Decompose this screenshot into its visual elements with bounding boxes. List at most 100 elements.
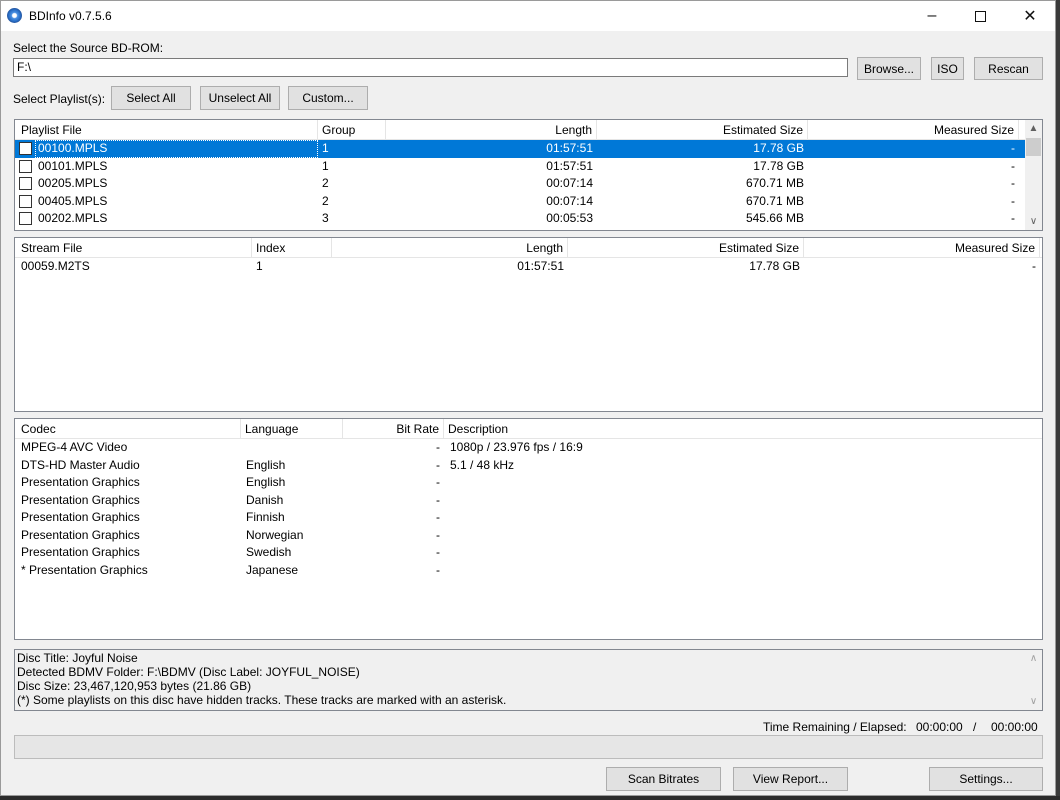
source-path-input[interactable]: F:\ xyxy=(13,58,848,77)
codec-description xyxy=(446,509,1036,527)
col-language[interactable]: Language xyxy=(241,419,343,439)
codec-row[interactable]: MPEG-4 AVC Video -1080p / 23.976 fps / 16… xyxy=(15,439,1042,457)
codec-row[interactable]: Presentation Graphics Norwegian - xyxy=(15,527,1042,545)
scroll-up-icon[interactable]: ▲ xyxy=(1025,120,1042,137)
unselect-all-button[interactable]: Unselect All xyxy=(200,86,280,110)
close-button[interactable]: ✕ xyxy=(1007,1,1053,31)
playlist-row[interactable]: 00205.MPLS 2 00:07:14 670.71 MB - xyxy=(15,175,1025,193)
playlist-estimated-size: 670.71 MB xyxy=(745,193,804,208)
maximize-icon xyxy=(974,10,986,22)
scroll-thumb[interactable] xyxy=(1026,138,1041,156)
col-measured-size[interactable]: Measured Size xyxy=(804,238,1040,258)
playlist-checkbox[interactable] xyxy=(19,142,32,155)
playlist-row[interactable]: 00100.MPLS 1 01:57:51 17.78 GB - xyxy=(15,140,1025,158)
rescan-button[interactable]: Rescan xyxy=(974,57,1043,80)
playlist-checkbox[interactable] xyxy=(19,194,32,208)
stream-file: 00059.M2TS xyxy=(21,259,90,273)
codec-row[interactable]: DTS-HD Master Audio English -5.1 / 48 kHz xyxy=(15,457,1042,475)
playlist-row[interactable]: 00202.MPLS 3 00:05:53 545.66 MB - xyxy=(15,210,1025,228)
codec-header: Codec Language Bit Rate Description xyxy=(15,419,1042,439)
codec-bit-rate: - xyxy=(436,492,440,507)
col-index[interactable]: Index xyxy=(252,238,332,258)
maximize-button[interactable] xyxy=(957,1,1003,31)
playlist-estimated-size: 545.66 MB xyxy=(745,211,804,225)
col-playlist-file[interactable]: Playlist File xyxy=(15,120,318,140)
codec-name: Presentation Graphics xyxy=(21,475,140,489)
codec-bit-rate: - xyxy=(436,562,440,577)
playlist-length: 00:05:53 xyxy=(546,211,593,225)
codec-language: Swedish xyxy=(246,545,292,559)
codec-language: Japanese xyxy=(246,562,299,577)
playlist-scrollbar[interactable]: ▲ ∨ xyxy=(1025,120,1042,230)
playlist-length: 01:57:51 xyxy=(546,158,593,173)
col-length[interactable]: Length xyxy=(386,120,597,140)
main-window: BDInfo v0.7.5.6 – ✕ Select the Source BD… xyxy=(0,0,1056,796)
col-bit-rate[interactable]: Bit Rate xyxy=(343,419,444,439)
playlist-checkbox[interactable] xyxy=(19,159,32,173)
codec-language: English xyxy=(246,475,286,489)
iso-button[interactable]: ISO xyxy=(931,57,964,80)
col-measured-size[interactable]: Measured Size xyxy=(808,120,1019,140)
col-estimated-size[interactable]: Estimated Size xyxy=(597,120,808,140)
scan-bitrates-button[interactable]: Scan Bitrates xyxy=(606,767,721,791)
codec-bit-rate: - xyxy=(436,475,440,489)
codec-description xyxy=(446,492,1036,510)
scroll-down-icon[interactable]: ∨ xyxy=(1025,213,1042,230)
codec-description: 1080p / 23.976 fps / 16:9 xyxy=(450,440,583,454)
codec-row[interactable]: Presentation Graphics Finnish - xyxy=(15,509,1042,527)
codec-list[interactable]: Codec Language Bit Rate Description MPEG… xyxy=(14,418,1043,640)
col-codec[interactable]: Codec xyxy=(15,419,241,439)
scroll-down-icon[interactable]: ∨ xyxy=(1025,693,1042,710)
playlist-row[interactable]: 00101.MPLS 1 01:57:51 17.78 GB - xyxy=(15,158,1025,176)
disc-info-box[interactable]: Disc Title: Joyful Noise Detected BDMV Fo… xyxy=(14,649,1043,711)
scan-progress-bar xyxy=(14,735,1043,759)
playlist-list[interactable]: Playlist File Group Length Estimated Siz… xyxy=(14,119,1043,231)
playlist-file: 00405.MPLS xyxy=(38,193,108,208)
stream-list[interactable]: Stream File Index Length Estimated Size … xyxy=(14,237,1043,412)
stream-measured-size: - xyxy=(1032,259,1036,273)
playlist-measured-size: - xyxy=(1011,193,1015,208)
time-label: Time Remaining / Elapsed: xyxy=(763,720,907,734)
codec-row[interactable]: Presentation Graphics English - xyxy=(15,474,1042,492)
codec-language: Finnish xyxy=(246,510,285,524)
select-all-button[interactable]: Select All xyxy=(111,86,191,110)
window-title: BDInfo v0.7.5.6 xyxy=(29,9,112,23)
col-group[interactable]: Group xyxy=(318,120,386,140)
codec-language: Norwegian xyxy=(246,527,304,542)
col-estimated-size[interactable]: Estimated Size xyxy=(568,238,804,258)
browse-button[interactable]: Browse... xyxy=(857,57,921,80)
col-length[interactable]: Length xyxy=(332,238,568,258)
disc-info-line: Detected BDMV Folder: F:\BDMV (Disc Labe… xyxy=(17,665,360,679)
playlist-file: 00202.MPLS xyxy=(38,211,108,225)
close-icon: ✕ xyxy=(1023,8,1037,25)
playlist-checkbox[interactable] xyxy=(19,177,32,190)
settings-button[interactable]: Settings... xyxy=(929,767,1043,791)
time-separator: / xyxy=(973,720,977,734)
codec-row[interactable]: Presentation Graphics Danish - xyxy=(15,492,1042,510)
col-description[interactable]: Description xyxy=(444,419,1040,439)
col-stream-file[interactable]: Stream File xyxy=(15,238,252,258)
scroll-up-icon[interactable]: ∧ xyxy=(1025,650,1042,667)
playlist-measured-size: - xyxy=(1011,141,1015,155)
stream-estimated-size: 17.78 GB xyxy=(749,259,800,273)
disc-icon xyxy=(7,8,22,23)
info-scrollbar[interactable]: ∧ ∨ xyxy=(1025,650,1042,710)
codec-language: Danish xyxy=(246,492,284,507)
stream-row[interactable]: 00059.M2TS 1 01:57:51 17.78 GB - xyxy=(15,258,1042,276)
playlist-label: Select Playlist(s): xyxy=(13,92,106,106)
minimize-button[interactable]: – xyxy=(909,1,955,31)
playlist-checkbox[interactable] xyxy=(19,212,32,225)
playlist-measured-size: - xyxy=(1011,158,1015,173)
codec-bit-rate: - xyxy=(436,545,440,559)
codec-bit-rate: - xyxy=(436,510,440,524)
codec-row[interactable]: Presentation Graphics Swedish - xyxy=(15,544,1042,562)
view-report-button[interactable]: View Report... xyxy=(733,767,848,791)
codec-name: MPEG-4 AVC Video xyxy=(21,440,128,454)
custom-button[interactable]: Custom... xyxy=(288,86,368,110)
codec-row[interactable]: * Presentation Graphics Japanese - xyxy=(15,562,1042,580)
codec-description xyxy=(446,544,1036,562)
playlist-row[interactable]: 00405.MPLS 2 00:07:14 670.71 MB - xyxy=(15,193,1025,211)
codec-description xyxy=(446,474,1036,492)
playlist-header: Playlist File Group Length Estimated Siz… xyxy=(15,120,1025,140)
codec-description xyxy=(446,527,1036,545)
